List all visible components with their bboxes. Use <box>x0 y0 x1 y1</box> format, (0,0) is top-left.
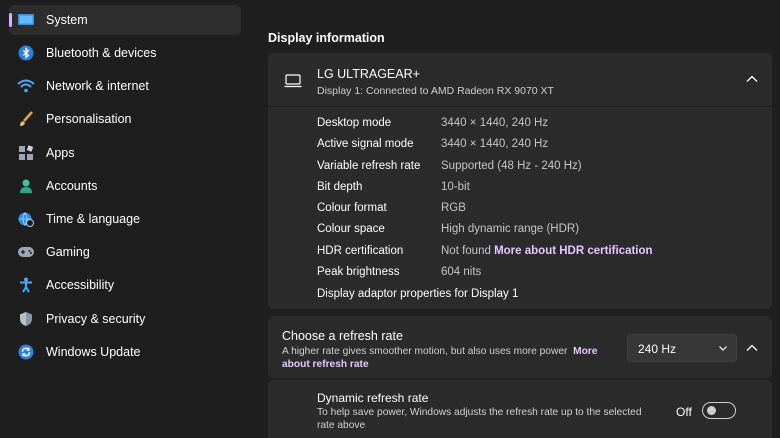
display-card-header[interactable]: LG ULTRAGEAR+ Display 1: Connected to AM… <box>268 53 772 107</box>
display-info-card: LG ULTRAGEAR+ Display 1: Connected to AM… <box>268 53 772 309</box>
info-label: Peak brightness <box>317 266 400 278</box>
sidebar-item-system[interactable]: System <box>9 5 241 35</box>
sidebar-item-label: Personalisation <box>46 112 132 126</box>
info-value: 3440 × 1440, 240 Hz <box>441 138 549 150</box>
info-value: 3440 × 1440, 240 Hz <box>441 117 549 129</box>
system-icon <box>17 11 35 29</box>
apps-icon <box>17 144 35 162</box>
hdr-certification-link[interactable]: More about HDR certification <box>494 245 652 257</box>
section-title: Display information <box>268 31 385 45</box>
chevron-up-icon[interactable] <box>743 70 761 88</box>
display-subtitle: Display 1: Connected to AMD Radeon RX 90… <box>317 85 554 97</box>
toggle-state-label: Off <box>676 405 692 419</box>
info-label: Active signal mode <box>317 138 414 150</box>
dynamic-refresh-rate-title: Dynamic refresh rate <box>317 391 429 405</box>
sidebar-item-label: Gaming <box>46 245 90 259</box>
chevron-down-icon <box>718 341 728 360</box>
monitor-icon <box>284 74 302 93</box>
display-name: LG ULTRAGEAR+ <box>317 67 420 81</box>
refresh-rate-selected-value: 240 Hz <box>638 342 677 356</box>
sidebar-item-gaming[interactable]: Gaming <box>9 237 241 267</box>
info-value: Not found More about HDR certification <box>441 245 653 257</box>
sidebar-item-label: Apps <box>46 146 75 160</box>
sidebar-item-personalisation[interactable]: Personalisation <box>9 104 241 134</box>
sidebar-item-label: Time & language <box>46 212 141 226</box>
sidebar-item-label: Network & internet <box>46 79 149 93</box>
sidebar-item-label: System <box>46 13 88 27</box>
globe-clock-icon <box>17 210 35 228</box>
sidebar-item-bluetooth[interactable]: Bluetooth & devices <box>9 38 241 68</box>
sidebar-item-label: Privacy & security <box>46 312 146 326</box>
sidebar-item-label: Windows Update <box>46 345 141 359</box>
sidebar-item-time-language[interactable]: Time & language <box>9 204 241 234</box>
info-value: 10-bit <box>441 181 470 193</box>
info-value: High dynamic range (HDR) <box>441 223 580 235</box>
wifi-icon <box>17 77 35 95</box>
refresh-rate-dropdown[interactable]: 240 Hz <box>627 334 737 362</box>
dynamic-refresh-rate-card: Dynamic refresh rate To help save power,… <box>268 380 772 438</box>
info-value-text: Not found <box>441 245 491 257</box>
sidebar-item-accessibility[interactable]: Accessibility <box>9 270 241 300</box>
display-adaptor-properties-link[interactable]: Display adaptor properties for Display 1 <box>317 288 518 300</box>
sidebar: System Bluetooth & devices Network & int… <box>0 0 248 438</box>
refresh-rate-title: Choose a refresh rate <box>282 329 403 343</box>
info-label: Desktop mode <box>317 117 392 129</box>
bluetooth-icon <box>17 44 35 62</box>
refresh-rate-description-text: A higher rate gives smoother motion, but… <box>282 346 568 357</box>
person-icon <box>17 177 35 195</box>
sidebar-item-label: Accounts <box>46 179 98 193</box>
sidebar-item-label: Bluetooth & devices <box>46 46 157 60</box>
sidebar-item-network[interactable]: Network & internet <box>9 71 241 101</box>
sidebar-item-label: Accessibility <box>46 278 115 292</box>
shield-icon <box>17 310 35 328</box>
gamepad-icon <box>17 243 35 261</box>
sidebar-item-privacy[interactable]: Privacy & security <box>9 304 241 334</box>
refresh-rate-description: A higher rate gives smoother motion, but… <box>282 345 612 371</box>
dynamic-refresh-rate-description: To help save power, Windows adjusts the … <box>317 407 642 431</box>
sidebar-item-apps[interactable]: Apps <box>9 138 241 168</box>
brush-icon <box>17 110 35 128</box>
info-label: Colour space <box>317 223 385 235</box>
info-value: 604 nits <box>441 266 482 278</box>
sidebar-item-accounts[interactable]: Accounts <box>9 171 241 201</box>
info-value: RGB <box>441 202 466 214</box>
toggle-knob <box>707 406 716 415</box>
sidebar-item-windows-update[interactable]: Windows Update <box>9 337 241 367</box>
main-content: Display information LG ULTRAGEAR+ Displa… <box>248 0 780 438</box>
accessibility-icon <box>17 276 35 294</box>
chevron-up-icon[interactable] <box>743 339 761 357</box>
selection-indicator <box>9 13 12 27</box>
info-label: Colour format <box>317 202 387 214</box>
info-value: Supported (48 Hz - 240 Hz) <box>441 160 582 172</box>
update-icon <box>17 343 35 361</box>
info-label: Variable refresh rate <box>317 160 421 172</box>
refresh-rate-card: Choose a refresh rate A higher rate give… <box>268 316 772 378</box>
info-label: HDR certification <box>317 245 404 257</box>
dynamic-refresh-rate-toggle[interactable] <box>702 402 736 419</box>
info-label: Bit depth <box>317 181 363 193</box>
